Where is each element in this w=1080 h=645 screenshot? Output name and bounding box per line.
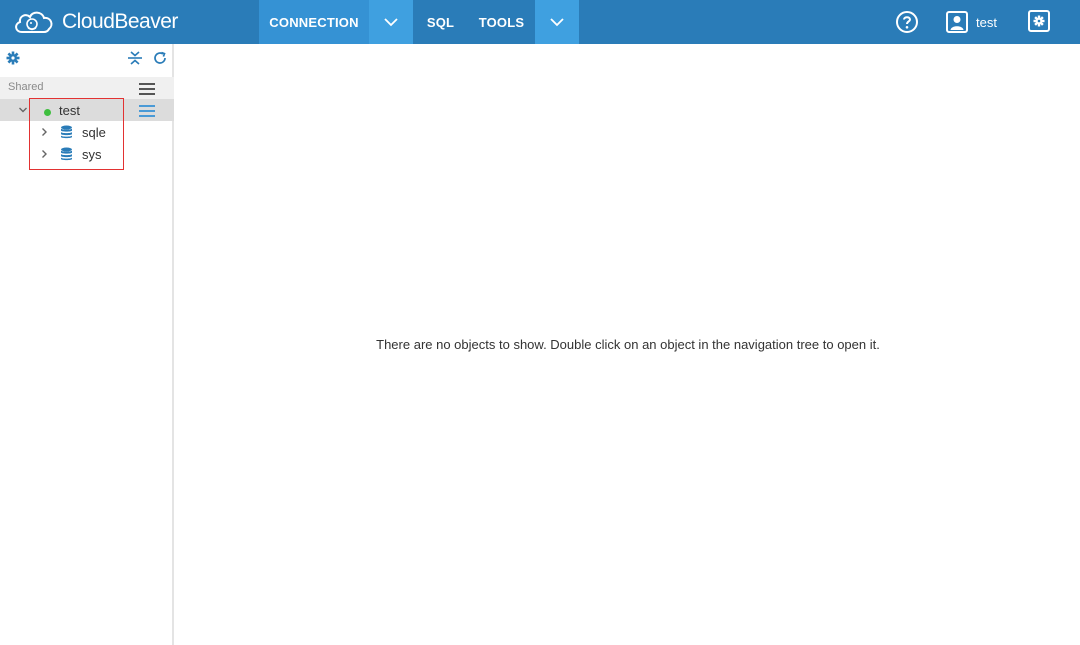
collapse-all-icon bbox=[128, 51, 142, 65]
connection-status-dot bbox=[44, 109, 51, 116]
refresh-icon bbox=[154, 51, 166, 64]
database-name: sys bbox=[82, 147, 102, 162]
settings-button[interactable] bbox=[1028, 10, 1052, 34]
nav-sql[interactable]: SQL bbox=[413, 0, 468, 44]
folder-shared[interactable]: Shared bbox=[0, 77, 174, 99]
navigator-settings-button[interactable] bbox=[6, 51, 20, 65]
settings-gear-icon bbox=[1028, 10, 1050, 32]
app-logo[interactable]: CloudBeaver bbox=[12, 6, 178, 38]
folder-label: Shared bbox=[8, 81, 44, 93]
nav-tools[interactable]: TOOLS bbox=[468, 0, 535, 44]
empty-state-message: There are no objects to show. Double cli… bbox=[376, 337, 880, 352]
tree-node-database[interactable]: sys bbox=[0, 143, 174, 165]
refresh-button[interactable] bbox=[152, 50, 168, 66]
main-content: There are no objects to show. Double cli… bbox=[176, 44, 1080, 645]
chevron-right-icon[interactable] bbox=[40, 149, 49, 159]
collapse-all-button[interactable] bbox=[127, 50, 143, 66]
tree-node-connection[interactable]: test bbox=[0, 99, 174, 121]
chevron-down-icon[interactable] bbox=[18, 105, 28, 115]
user-icon bbox=[946, 11, 968, 33]
main-nav: CONNECTION SQL TOOLS bbox=[259, 0, 579, 44]
nav-connection[interactable]: CONNECTION bbox=[259, 0, 369, 44]
chevron-down-icon bbox=[384, 17, 398, 26]
help-button[interactable] bbox=[895, 10, 919, 34]
app-logo-text: CloudBeaver bbox=[62, 10, 178, 33]
database-icon bbox=[61, 147, 72, 161]
connection-name: test bbox=[59, 103, 80, 118]
tree-node-database[interactable]: sqle bbox=[0, 121, 174, 143]
folder-menu-icon[interactable] bbox=[139, 83, 155, 95]
connection-menu-icon[interactable] bbox=[139, 105, 155, 117]
navigator-toolbar bbox=[0, 44, 174, 72]
database-name: sqle bbox=[82, 125, 106, 140]
chevron-down-icon bbox=[550, 17, 564, 26]
nav-tools-dropdown[interactable] bbox=[535, 0, 579, 44]
database-icon bbox=[61, 125, 72, 139]
help-circle-icon bbox=[896, 11, 918, 33]
beaver-cloud-icon bbox=[15, 11, 53, 33]
chevron-right-icon[interactable] bbox=[40, 127, 49, 137]
top-bar: CloudBeaver CONNECTION SQL TOOLS test bbox=[0, 0, 1080, 44]
user-name: test bbox=[976, 14, 997, 30]
nav-connection-dropdown[interactable] bbox=[369, 0, 413, 44]
navigator-sidebar: Shared test sqle sys bbox=[0, 44, 174, 645]
user-menu-button[interactable]: test bbox=[946, 10, 997, 34]
gear-icon bbox=[6, 51, 20, 65]
